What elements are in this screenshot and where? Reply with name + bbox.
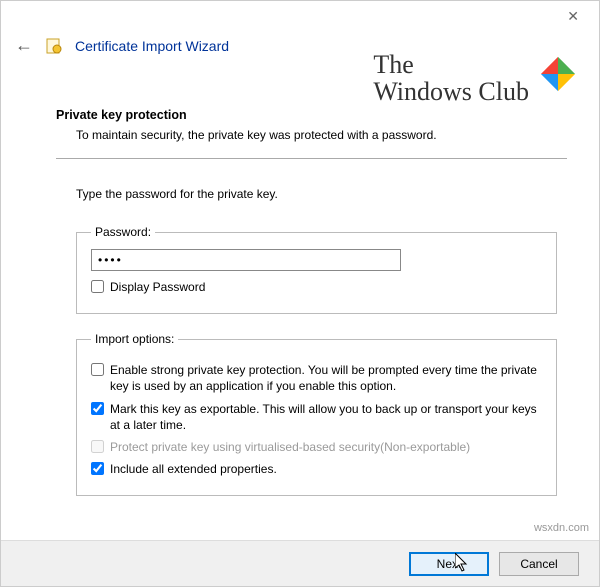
cancel-button[interactable]: Cancel: [499, 552, 579, 576]
wizard-title: Certificate Import Wizard: [75, 38, 229, 54]
import-options-group: Import options: Enable strong private ke…: [76, 332, 557, 496]
wizard-header: ← Certificate Import Wizard: [1, 31, 599, 68]
display-password-checkbox[interactable]: [91, 280, 104, 293]
next-button[interactable]: Next: [409, 552, 489, 576]
password-input[interactable]: [91, 249, 401, 271]
password-legend: Password:: [91, 225, 155, 239]
option-strong-protection-checkbox[interactable]: [91, 363, 104, 376]
option-extended-properties[interactable]: Include all extended properties.: [91, 461, 542, 477]
password-group: Password: Display Password: [76, 225, 557, 314]
option-extended-properties-checkbox[interactable]: [91, 462, 104, 475]
instruction-text: Type the password for the private key.: [76, 187, 567, 201]
close-icon[interactable]: ✕: [559, 4, 587, 29]
button-bar: Next Cancel: [1, 540, 599, 586]
option-vbs-checkbox: [91, 440, 104, 453]
display-password-label: Display Password: [110, 279, 205, 295]
credit-text: wsxdn.com: [534, 522, 589, 534]
certificate-icon: [45, 37, 63, 55]
option-vbs: Protect private key using virtualised-ba…: [91, 439, 542, 455]
page-heading: Private key protection: [56, 108, 567, 122]
divider: [56, 158, 567, 159]
display-password-row[interactable]: Display Password: [91, 279, 542, 295]
back-arrow-icon[interactable]: ←: [15, 35, 33, 56]
page-subheading: To maintain security, the private key wa…: [76, 128, 567, 142]
option-strong-protection[interactable]: Enable strong private key protection. Yo…: [91, 362, 542, 394]
option-exportable-checkbox[interactable]: [91, 402, 104, 415]
import-options-legend: Import options:: [91, 332, 178, 346]
option-exportable[interactable]: Mark this key as exportable. This will a…: [91, 401, 542, 433]
